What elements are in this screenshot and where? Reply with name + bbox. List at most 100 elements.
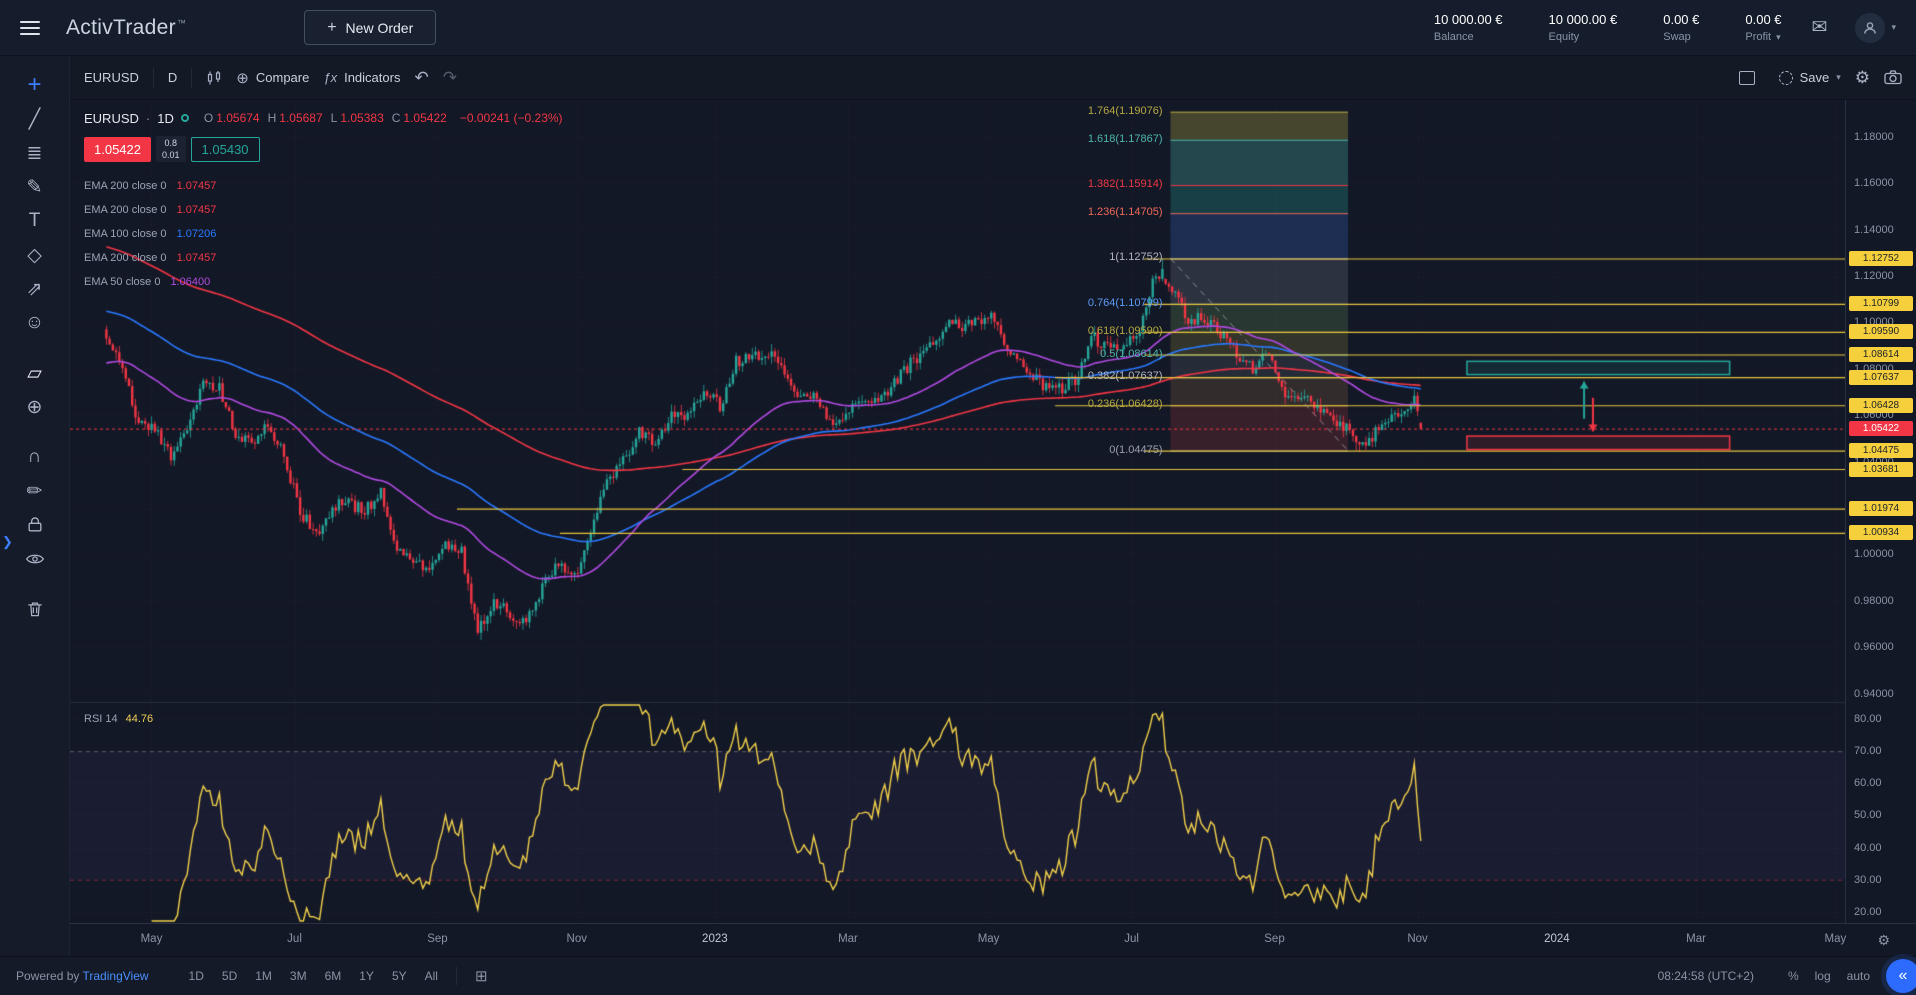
indicator-value: 1.07206: [177, 228, 217, 240]
indicators-button[interactable]: ƒx Indicators: [323, 70, 400, 85]
stat-profit: 0.00 €Profit▾: [1745, 12, 1781, 43]
price-tick: 1.14000: [1854, 224, 1894, 236]
time-label: Nov: [567, 933, 587, 945]
xabcd-pattern-icon[interactable]: ◇: [0, 238, 70, 272]
top-header: ActivTrader™ + New Order 10 000.00 € Bala…: [0, 0, 1916, 56]
collapse-fab[interactable]: «: [1886, 959, 1916, 993]
spread-value: 0.8: [165, 138, 178, 148]
price-axis[interactable]: 1.180001.160001.140001.120001.100001.080…: [1845, 100, 1916, 923]
axis-settings-gear-icon[interactable]: ⚙: [1877, 932, 1890, 949]
range-buttons: 1D 5D 1M 3M 6M 1Y 5Y All: [189, 969, 438, 983]
save-button[interactable]: Save ▾: [1779, 70, 1841, 85]
trash-icon[interactable]: [0, 592, 70, 626]
indicator-row: EMA 200 close 01.07457: [84, 198, 563, 222]
range-button-all[interactable]: All: [425, 969, 438, 983]
price-level-badge: 1.06428: [1849, 398, 1913, 413]
rsi-legend: RSI 14 44.76: [84, 713, 153, 725]
measure-ruler-icon[interactable]: ▱: [0, 356, 70, 390]
stat-value: 10 000.00 €: [1434, 12, 1503, 27]
ohlc-value: 1.05687: [279, 111, 322, 125]
stat-value: 0.00 €: [1663, 12, 1699, 27]
magnet-icon[interactable]: ∩: [0, 440, 70, 474]
range-button-1y[interactable]: 1Y: [359, 969, 374, 983]
stat-label-text: Profit: [1745, 31, 1771, 43]
symbol-button[interactable]: EURUSD: [84, 70, 139, 85]
draw-pencil-icon[interactable]: ✏: [0, 474, 70, 508]
rsi-label: RSI 14: [84, 713, 118, 725]
redo-icon[interactable]: ↷: [443, 68, 457, 88]
ohlc-value: 1.05422: [403, 111, 446, 125]
range-button-1d[interactable]: 1D: [189, 969, 204, 983]
time-label: Mar: [1686, 933, 1706, 945]
layout-grid-icon[interactable]: [1739, 71, 1755, 85]
log-scale-button[interactable]: log: [1815, 969, 1831, 983]
chevron-down-icon[interactable]: ▾: [1776, 32, 1781, 43]
emoji-icon[interactable]: ☺: [0, 306, 70, 340]
price-tick: 0.98000: [1854, 595, 1894, 607]
price-level-badge: 1.01974: [1849, 501, 1913, 516]
fib-retracement-icon[interactable]: ≣: [0, 136, 70, 170]
new-order-button[interactable]: + New Order: [304, 10, 436, 45]
screenshot-camera-icon[interactable]: [1884, 70, 1902, 85]
indicator-value: 1.07457: [177, 180, 217, 192]
brush-icon[interactable]: ✎: [0, 170, 70, 204]
indicator-name: EMA 200 close 0: [84, 252, 167, 264]
price-level-badge: 1.00934: [1849, 525, 1913, 540]
time-label: Jul: [287, 933, 302, 945]
clock[interactable]: 08:24:58 (UTC+2): [1658, 969, 1754, 983]
app-logo: ActivTrader™: [66, 16, 186, 40]
legend-separator: ·: [146, 111, 150, 126]
chart-legend: EURUSD · 1D O1.05674H1.05687L1.05383C1.0…: [84, 108, 563, 294]
legend-timeframe: 1D: [157, 111, 174, 126]
new-order-label: New Order: [346, 20, 414, 36]
menu-icon[interactable]: [20, 21, 40, 35]
price-level-badge: 1.10799: [1849, 296, 1913, 311]
indicator-legend: EMA 200 close 01.07457EMA 200 close 01.0…: [84, 174, 563, 294]
crosshair-icon[interactable]: +: [0, 68, 70, 102]
stat-label: Profit ▾: [1745, 31, 1781, 43]
rsi-tick: 20.00: [1854, 906, 1882, 918]
sell-price-button[interactable]: 1.05422: [84, 137, 151, 162]
buy-price-button[interactable]: 1.05430: [191, 137, 260, 162]
time-axis[interactable]: ⚙ MayJulSepNov2023MarMayJulSepNov2024Mar…: [70, 923, 1916, 956]
time-label: May: [978, 933, 1000, 945]
undo-icon[interactable]: ↶: [414, 68, 428, 88]
activtrader-app: ActivTrader™ + New Order 10 000.00 € Bala…: [0, 0, 1916, 995]
time-label: 2023: [702, 933, 728, 945]
price-tick: 0.94000: [1854, 688, 1894, 700]
time-label: May: [141, 933, 163, 945]
compare-button[interactable]: ⊕ Compare: [236, 69, 309, 87]
time-label: Sep: [427, 933, 447, 945]
tradingview-link[interactable]: TradingView: [83, 969, 149, 983]
chart-type-icon[interactable]: [206, 70, 222, 86]
range-button-1m[interactable]: 1M: [255, 969, 272, 983]
chevron-down-icon: ▾: [1836, 72, 1841, 83]
percent-scale-button[interactable]: %: [1788, 969, 1799, 983]
chevron-down-icon: ▾: [1891, 22, 1896, 33]
stat-label: Balance: [1434, 31, 1503, 43]
price-level-badge: 1.07637: [1849, 370, 1913, 385]
auto-scale-button[interactable]: auto: [1847, 969, 1870, 983]
trend-line-icon[interactable]: ╱: [0, 102, 70, 136]
range-button-6m[interactable]: 6M: [325, 969, 342, 983]
indicator-name: EMA 100 close 0: [84, 228, 167, 240]
range-button-5d[interactable]: 5D: [222, 969, 237, 983]
user-menu[interactable]: ▾: [1855, 13, 1896, 43]
text-tool-icon[interactable]: T: [0, 204, 70, 238]
settings-gear-icon[interactable]: ⚙: [1855, 68, 1870, 88]
price-level-badge: 1.03681: [1849, 462, 1913, 477]
indicator-row: EMA 200 close 01.07457: [84, 174, 563, 198]
timeframe-button[interactable]: D: [168, 70, 177, 85]
zoom-in-icon[interactable]: ⊕: [0, 390, 70, 424]
mail-icon[interactable]: ✉: [1812, 16, 1828, 39]
spread-display: 0.8 0.01: [156, 136, 186, 162]
range-button-5y[interactable]: 5Y: [392, 969, 407, 983]
stat-balance: 10 000.00 € Balance: [1434, 12, 1503, 43]
panel-expand-chevron[interactable]: ❯: [2, 534, 13, 550]
range-button-3m[interactable]: 3M: [290, 969, 307, 983]
time-label: Sep: [1264, 933, 1284, 945]
adjust-timeframe-icon[interactable]: ⊞: [475, 967, 488, 985]
forecast-icon[interactable]: ⇗: [0, 272, 70, 306]
price-level-badge: 1.04475: [1849, 443, 1913, 458]
indicator-value: 1.06400: [170, 276, 210, 288]
